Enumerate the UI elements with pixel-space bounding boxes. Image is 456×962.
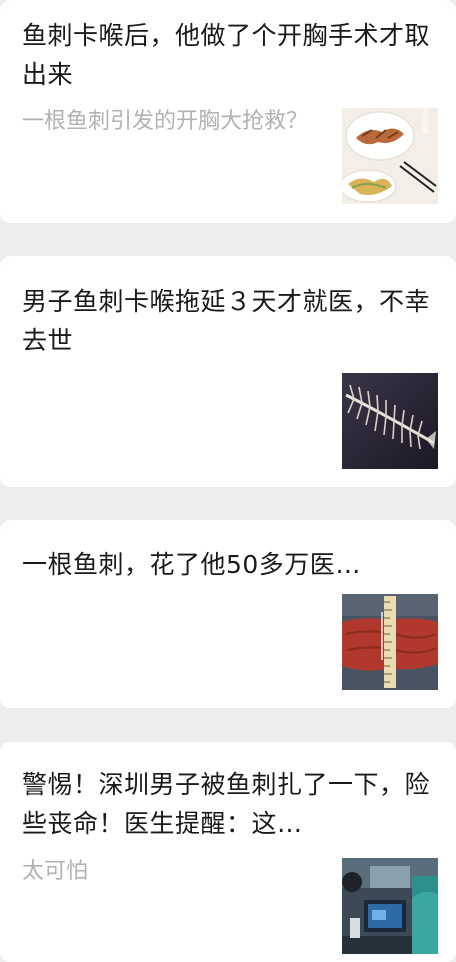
- article-card[interactable]: 鱼刺卡喉后，他做了个开胸手术才取出来 一根鱼刺引发的开胸大抢救？ 生命故事: [0, 0, 456, 223]
- article-title[interactable]: 鱼刺卡喉后，他做了个开胸手术才取出来: [22, 16, 432, 94]
- plated-food-image: 生命故事: [342, 108, 438, 204]
- article-title[interactable]: 男子鱼刺卡喉拖延３天才就医，不幸去世: [22, 282, 432, 360]
- article-thumbnail[interactable]: 生命故事: [342, 108, 438, 204]
- article-subtitle: 一根鱼刺引发的开胸大抢救？: [22, 109, 309, 134]
- article-card[interactable]: 警惕！深圳男子被鱼刺扎了一下，险些丧命！医生提醒：这… 太可怕: [0, 742, 456, 962]
- article-title[interactable]: 警惕！深圳男子被鱼刺扎了一下，险些丧命！医生提醒：这…: [22, 765, 432, 843]
- article-thumbnail[interactable]: [342, 373, 438, 469]
- article-subtitle: 太可怕: [22, 859, 89, 884]
- fish-bone-ruler-image: [342, 594, 438, 690]
- article-title[interactable]: 一根鱼刺，花了他50多万医…: [22, 545, 432, 584]
- article-thumbnail[interactable]: [342, 594, 438, 690]
- article-card[interactable]: 男子鱼刺卡喉拖延３天才就医，不幸去世: [0, 256, 456, 487]
- thumbnail-caption: 生命故事: [421, 108, 429, 134]
- operating-room-image: [342, 858, 438, 954]
- article-feed: 鱼刺卡喉后，他做了个开胸手术才取出来 一根鱼刺引发的开胸大抢救？ 生命故事 男子…: [0, 0, 456, 962]
- article-thumbnail[interactable]: [342, 858, 438, 954]
- fish-skeleton-image: [342, 373, 438, 469]
- article-card[interactable]: 一根鱼刺，花了他50多万医…: [0, 520, 456, 708]
